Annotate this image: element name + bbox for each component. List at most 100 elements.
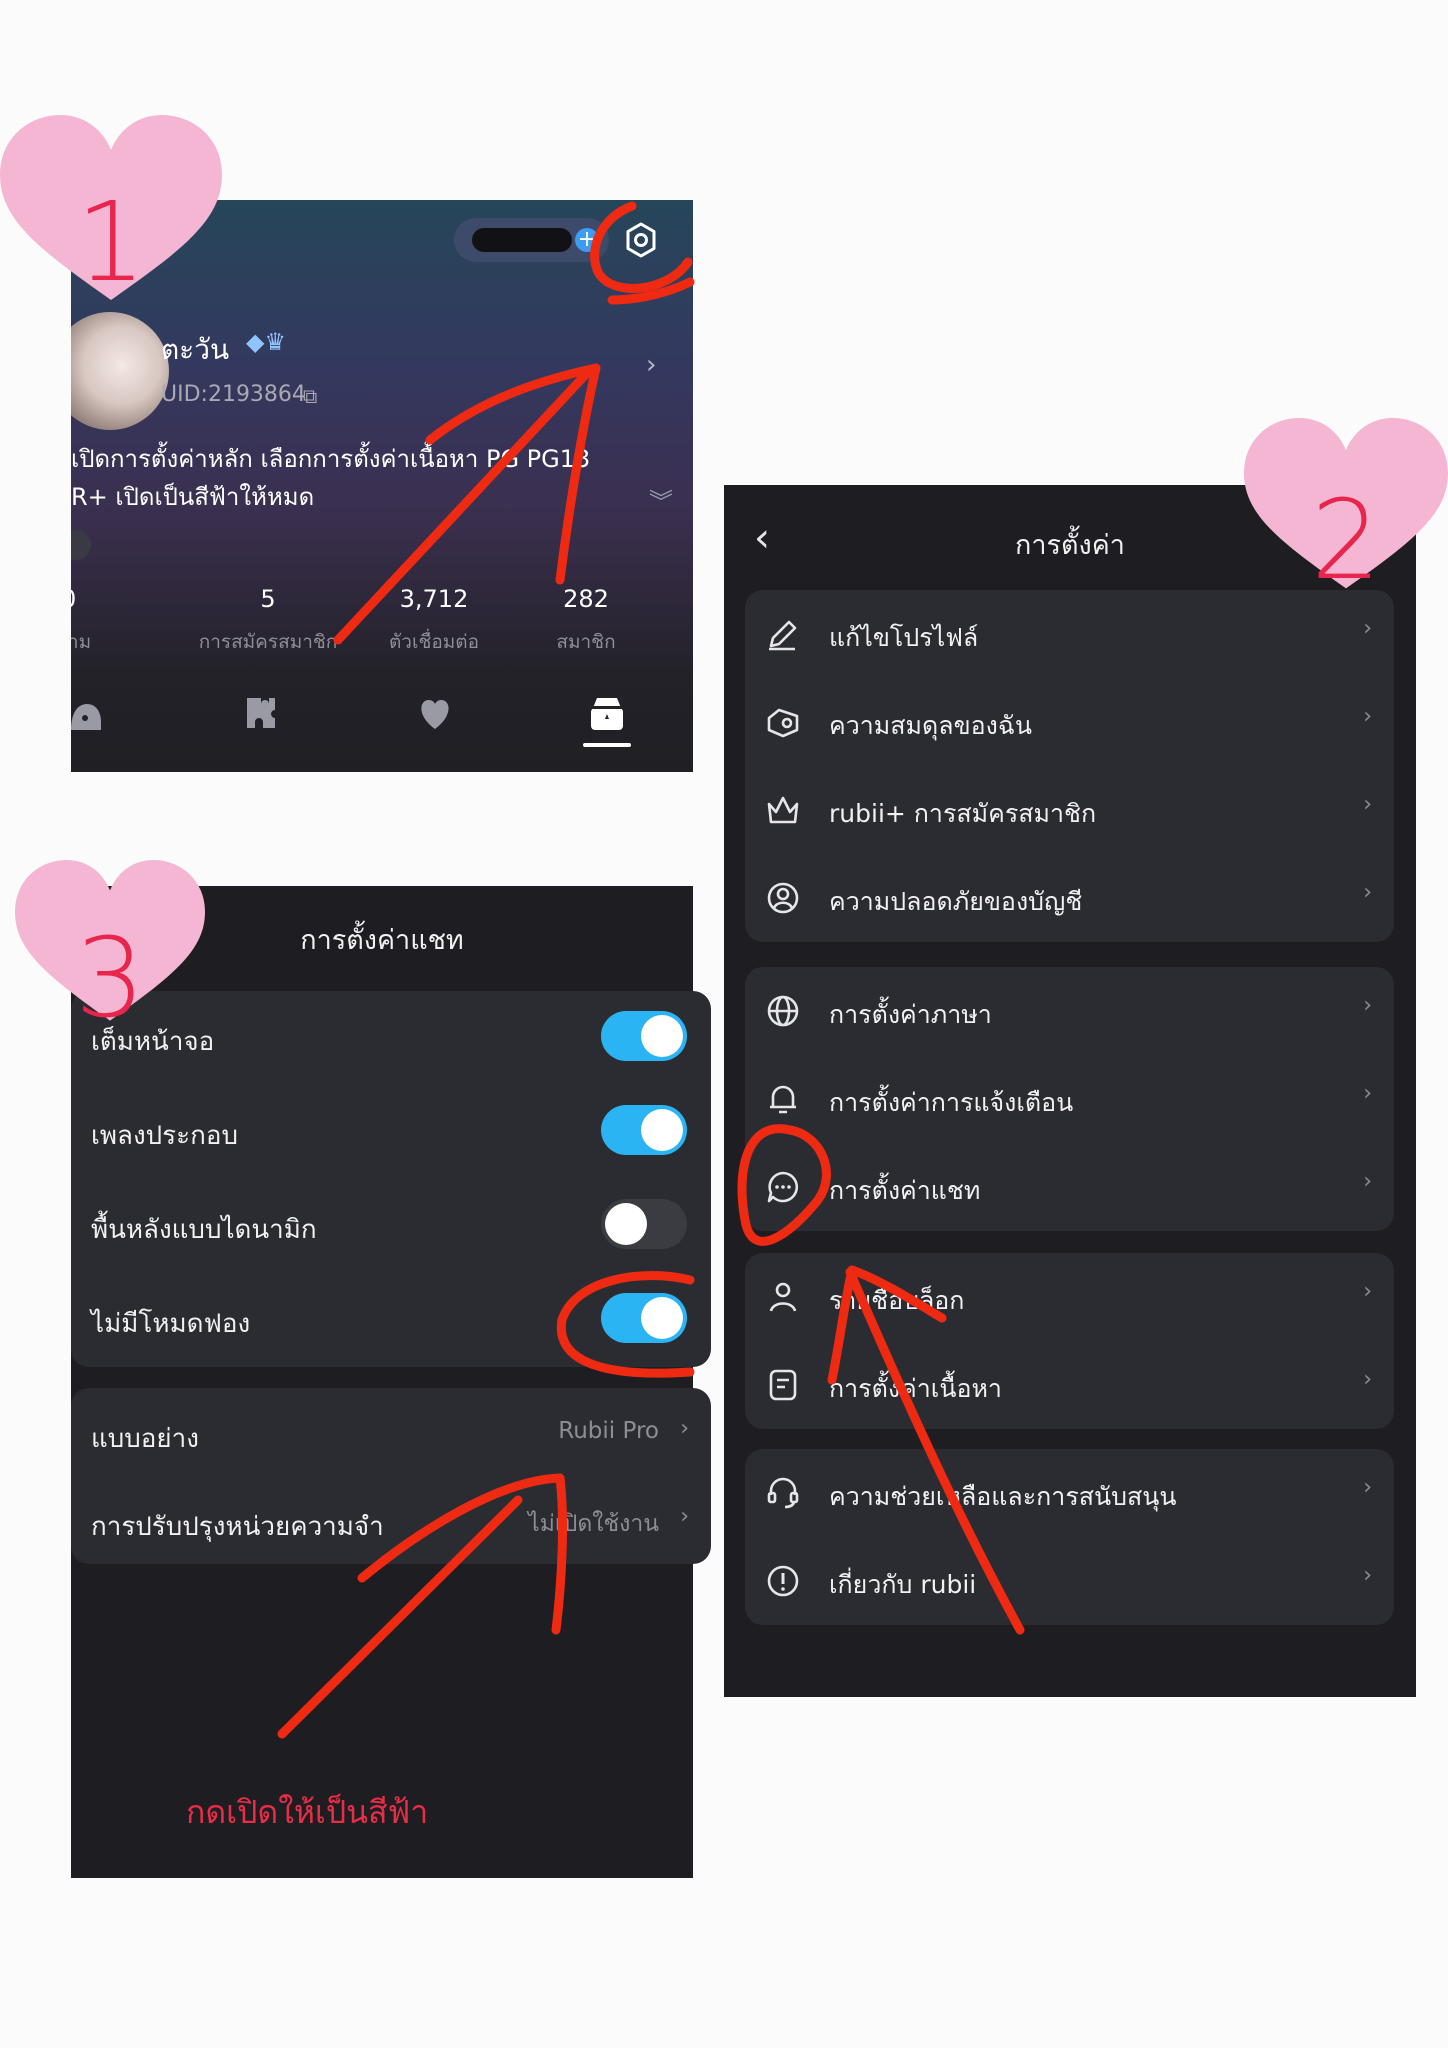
chevron-right-icon: › [1363, 1169, 1372, 1194]
character-icon[interactable] [71, 692, 107, 736]
settings-item-label: ความสมดุลของฉัน [829, 711, 1033, 740]
chevron-right-icon: › [1363, 1563, 1372, 1588]
chat-settings-screenshot: การตั้งค่าแชท เต็มหน้าจอ เพลงประกอบ พื้น… [71, 886, 711, 1878]
stat-label: ตัวเชื่อมต่อ [388, 631, 480, 653]
settings-screenshot: ‹ การตั้งค่า แก้ไขโปรไฟล์ › ความสมดุลของ… [724, 485, 1416, 1697]
settings-item-block-list[interactable]: รายชื่อบล็อก › [745, 1253, 1394, 1341]
toggle-label: พื้นหลังแบบไดนามิก [91, 1215, 317, 1245]
stat-following[interactable]: 40 ติดตาม [71, 585, 141, 657]
dynamic-background-toggle[interactable] [601, 1199, 687, 1249]
profile-name: ตะวัน [161, 333, 230, 366]
headset-icon [767, 1477, 799, 1509]
chevron-right-icon: › [1363, 1279, 1372, 1304]
info-icon [767, 1565, 799, 1597]
settings-item-label: การตั้งค่าแชท [829, 1176, 981, 1205]
stat-label: สมาชิก [556, 631, 616, 653]
pencil-icon [769, 620, 797, 651]
step-2-heart: 2 [1244, 418, 1448, 595]
chevron-right-icon[interactable]: › [646, 350, 656, 380]
step-1-heart: 1 [0, 115, 222, 305]
step-3-heart: 3 [15, 860, 205, 1033]
settings-item-subscription[interactable]: rubii+ การสมัครสมาชิก › [745, 766, 1394, 854]
heart-icon[interactable] [413, 692, 457, 736]
stat-value: 5 [260, 585, 276, 613]
user-icon [769, 1282, 797, 1312]
chat-toggles-card: เต็มหน้าจอ เพลงประกอบ พื้นหลังแบบไดนามิก… [71, 991, 711, 1367]
settings-item-account-security[interactable]: ความปลอดภัยของบัญชี › [745, 854, 1394, 942]
settings-item-label: ความช่วยเหลือและการสนับสนุน [829, 1482, 1177, 1511]
chevron-right-icon: › [680, 1504, 689, 1529]
chevron-right-icon: › [1363, 993, 1372, 1018]
stat-value: 282 [563, 585, 609, 613]
option-label: แบบอย่าง [91, 1424, 199, 1454]
balance-icon [767, 708, 799, 738]
coin-balance-pill[interactable]: + [454, 218, 609, 262]
toggle-label: เพลงประกอบ [91, 1121, 238, 1151]
bell-icon [770, 1085, 796, 1114]
stat-label: การสมัครสมาชิก [198, 631, 338, 653]
chat-options-card: แบบอย่าง Rubii Pro › การปรับปรุงหน่วยควา… [71, 1388, 711, 1564]
option-row-model[interactable]: แบบอย่าง Rubii Pro › [71, 1388, 693, 1482]
step-number: 3 [75, 913, 145, 1042]
option-row-memory[interactable]: การปรับปรุงหน่วยความจำ ไม่เปิดใช้งาน › [71, 1476, 693, 1570]
step-number: 1 [76, 178, 146, 307]
content-icon [769, 1369, 797, 1401]
option-value: Rubii Pro [558, 1418, 659, 1444]
profile-uid: UID:2193864 [161, 382, 306, 407]
settings-item-content[interactable]: การตั้งค่าเนื้อหา › [745, 1341, 1394, 1429]
puzzle-icon[interactable] [241, 692, 285, 736]
expand-icon[interactable]: ︾ [649, 482, 673, 517]
option-value: ไม่เปิดใช้งาน [528, 1511, 659, 1537]
settings-gear-icon[interactable] [621, 220, 661, 260]
settings-item-balance[interactable]: ความสมดุลของฉัน › [745, 678, 1394, 766]
settings-item-label: ความปลอดภัยของบัญชี [829, 887, 1083, 916]
account-security-icon [767, 882, 799, 914]
stat-connectors[interactable]: 3,712 ตัวเชื่อมต่อ [354, 585, 514, 657]
chevron-right-icon: › [1363, 1367, 1372, 1392]
settings-item-label: แก้ไขโปรไฟล์ [829, 623, 979, 652]
chevron-right-icon: › [1363, 1081, 1372, 1106]
tag-chip[interactable] [71, 530, 91, 560]
vip-badge-icon: ◆♛ [246, 328, 286, 356]
stat-subscriptions[interactable]: 5 การสมัครสมาชิก [188, 585, 348, 657]
settings-item-language[interactable]: การตั้งค่าภาษา › [745, 967, 1394, 1055]
avatar[interactable] [71, 312, 169, 430]
active-tab-indicator [583, 743, 631, 747]
chevron-right-icon: › [1363, 1475, 1372, 1500]
bio-line-2: R+ เปิดเป็นสีฟ้าให้หมด [71, 483, 315, 511]
settings-item-label: rubii+ การสมัครสมาชิก [829, 799, 1097, 828]
settings-item-chat[interactable]: การตั้งค่าแชท › [745, 1143, 1394, 1231]
crown-icon [767, 796, 799, 824]
treasure-chest-icon[interactable] [585, 692, 629, 736]
option-label: การปรับปรุงหน่วยความจำ [91, 1512, 384, 1542]
chevron-right-icon: › [1363, 704, 1372, 729]
settings-group-content: รายชื่อบล็อก › การตั้งค่าเนื้อหา › [745, 1253, 1394, 1429]
chevron-right-icon: › [680, 1416, 689, 1441]
copy-icon[interactable]: ⧉ [303, 384, 317, 408]
chevron-right-icon: › [1363, 792, 1372, 817]
settings-item-about[interactable]: เกี่ยวกับ rubii › [745, 1537, 1394, 1625]
background-music-toggle[interactable] [601, 1105, 687, 1155]
chat-icon [767, 1171, 799, 1203]
no-bubble-mode-toggle[interactable] [601, 1293, 687, 1343]
toggle-row-no-bubble-mode: ไม่มีโหมดฟอง [71, 1273, 693, 1367]
settings-group-preferences: การตั้งค่าภาษา › การตั้งค่าการแจ้งเตือน … [745, 967, 1394, 1231]
chevron-right-icon: › [1363, 880, 1372, 905]
bio-line-1: เปิดการตั้งค่าหลัก เลือกการตั้งค่าเนื้อห… [71, 445, 591, 473]
toggle-row-background-music: เพลงประกอบ [71, 1085, 693, 1179]
toggle-row-dynamic-background: พื้นหลังแบบไดนามิก [71, 1179, 693, 1273]
fullscreen-toggle[interactable] [601, 1011, 687, 1061]
settings-item-edit-profile[interactable]: แก้ไขโปรไฟล์ › [745, 590, 1394, 678]
settings-item-label: รายชื่อบล็อก [829, 1286, 965, 1315]
settings-item-help[interactable]: ความช่วยเหลือและการสนับสนุน › [745, 1449, 1394, 1537]
stat-value: 3,712 [399, 585, 469, 613]
settings-item-label: การตั้งค่าการแจ้งเตือน [829, 1088, 1074, 1117]
stat-members[interactable]: 282 สมาชิก [506, 585, 666, 657]
globe-icon [767, 995, 799, 1027]
add-coins-icon[interactable]: + [575, 228, 599, 252]
settings-group-support: ความช่วยเหลือและการสนับสนุน › เกี่ยวกับ … [745, 1449, 1394, 1625]
profile-bio: เปิดการตั้งค่าหลัก เลือกการตั้งค่าเนื้อห… [71, 440, 671, 516]
toggle-label: ไม่มีโหมดฟอง [91, 1309, 251, 1339]
settings-item-label: การตั้งค่าเนื้อหา [829, 1374, 1002, 1403]
settings-item-notifications[interactable]: การตั้งค่าการแจ้งเตือน › [745, 1055, 1394, 1143]
